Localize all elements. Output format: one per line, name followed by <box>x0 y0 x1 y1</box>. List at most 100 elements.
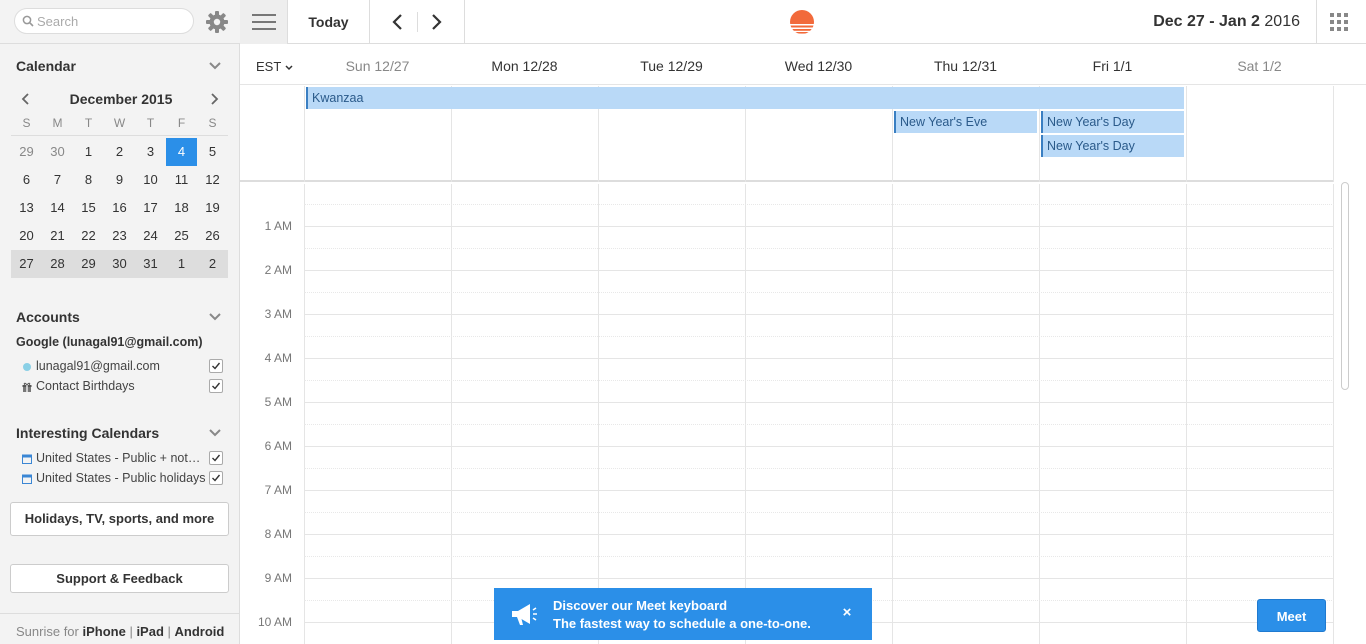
close-icon[interactable]: × <box>840 605 854 620</box>
mini-calendar-day[interactable]: 18 <box>166 194 197 222</box>
half-hour-line <box>304 424 1334 425</box>
top-bar: Today Dec 27 - Jan 2 2016 <box>240 0 1366 44</box>
search-input[interactable] <box>37 12 187 30</box>
chevron-down-icon[interactable] <box>208 61 222 71</box>
prev-week-icon[interactable] <box>388 12 408 32</box>
mini-calendar-day[interactable]: 6 <box>11 166 42 194</box>
mini-calendar-day[interactable]: 17 <box>135 194 166 222</box>
mini-calendar-weekdays: SMTWTFS <box>11 116 228 136</box>
calendar-checkbox[interactable] <box>209 379 223 393</box>
calendar-list-item[interactable]: lunagal91@gmail.com <box>22 358 228 376</box>
mini-calendar-day[interactable]: 3 <box>135 138 166 166</box>
calendar-checkbox[interactable] <box>209 471 223 485</box>
vertical-scrollbar[interactable] <box>1341 182 1349 390</box>
holidays-button[interactable]: Holidays, TV, sports, and more <box>10 502 229 536</box>
half-hour-line <box>304 204 1334 205</box>
mini-calendar-day[interactable]: 29 <box>11 138 42 166</box>
mini-calendar-day[interactable]: 8 <box>73 166 104 194</box>
mini-calendar-day[interactable]: 15 <box>73 194 104 222</box>
timezone-selector[interactable]: EST <box>256 59 293 74</box>
mini-calendar-day[interactable]: 16 <box>104 194 135 222</box>
mini-calendar-day[interactable]: 26 <box>197 222 228 250</box>
mini-calendar-day[interactable]: 29 <box>73 250 104 278</box>
iphone-link[interactable]: iPhone <box>82 624 125 639</box>
meet-promo-toast[interactable]: Discover our Meet keyboard The fastest w… <box>494 588 872 640</box>
hour-line <box>304 358 1334 359</box>
meet-button[interactable]: Meet <box>1257 599 1326 632</box>
support-feedback-button[interactable]: Support & Feedback <box>10 564 229 593</box>
mini-calendar-week: 27 28 29 30 31 1 2 <box>11 250 228 278</box>
mini-calendar-day[interactable]: 19 <box>197 194 228 222</box>
mini-calendar-day[interactable]: 20 <box>11 222 42 250</box>
apps-grid-icon[interactable] <box>1328 11 1350 33</box>
calendar-checkbox[interactable] <box>209 359 223 373</box>
mini-calendar-day[interactable]: 2 <box>197 250 228 278</box>
mini-calendar-day[interactable]: 30 <box>42 138 73 166</box>
mini-calendar-day[interactable]: 13 <box>11 194 42 222</box>
mini-calendar-day[interactable]: 1 <box>166 250 197 278</box>
hour-label: 6 AM <box>264 439 292 453</box>
column-divider <box>1333 184 1334 644</box>
all-day-event[interactable]: New Year's Day <box>1041 111 1184 133</box>
mini-calendar-day[interactable]: 10 <box>135 166 166 194</box>
mini-calendar-next-icon[interactable] <box>210 92 220 106</box>
mini-calendar-day[interactable]: 22 <box>73 222 104 250</box>
time-grid[interactable]: 1 AM 2 AM 3 AM 4 AM 5 AM 6 AM 7 AM 8 AM 9 AM 10 A… <box>240 184 1334 644</box>
mini-calendar-day[interactable]: 9 <box>104 166 135 194</box>
mini-calendar-day[interactable]: 30 <box>104 250 135 278</box>
all-day-area: Kwanzaa New Year's Eve New Year's Day New Y… <box>240 86 1334 182</box>
mini-calendar-day[interactable]: 7 <box>42 166 73 194</box>
column-divider <box>1186 86 1187 182</box>
mini-calendar-month: December 2015 <box>69 91 173 107</box>
mini-calendar-day[interactable]: 28 <box>42 250 73 278</box>
toast-title: Discover our Meet keyboard <box>553 598 728 613</box>
menu-button[interactable] <box>240 0 288 44</box>
all-day-event[interactable]: Kwanzaa <box>306 87 1184 109</box>
calendar-list-item[interactable]: United States - Public holidays <box>22 470 228 488</box>
mini-calendar-day[interactable]: 21 <box>42 222 73 250</box>
weekday-label: M <box>52 116 63 130</box>
all-day-event[interactable]: New Year's Eve <box>894 111 1037 133</box>
week-day-header: EST Sun 12/27 Mon 12/28 Tue 12/29 Wed 12/30… <box>240 45 1366 85</box>
half-hour-line <box>304 512 1334 513</box>
chevron-down-icon[interactable] <box>208 312 222 322</box>
mini-calendar-day[interactable]: 12 <box>197 166 228 194</box>
chevron-down-icon[interactable] <box>208 428 222 438</box>
mini-calendar-day[interactable]: 14 <box>42 194 73 222</box>
all-day-event[interactable]: New Year's Day <box>1041 135 1184 157</box>
calendar-list-item[interactable]: United States - Public + notable holiday… <box>22 450 228 468</box>
weekday-label: F <box>177 116 186 130</box>
mini-calendar-day[interactable]: 27 <box>11 250 42 278</box>
hour-line <box>304 314 1334 315</box>
ipad-link[interactable]: iPad <box>136 624 163 639</box>
mini-calendar-day[interactable]: 31 <box>135 250 166 278</box>
calendar-checkbox[interactable] <box>209 451 223 465</box>
search-field[interactable] <box>14 8 194 34</box>
mini-calendar-today[interactable]: 4 <box>166 138 197 166</box>
android-link[interactable]: Android <box>175 624 225 639</box>
mini-calendar-day[interactable]: 24 <box>135 222 166 250</box>
checkmark-icon <box>212 362 221 370</box>
day-header: Mon 12/28 <box>491 58 558 74</box>
mini-calendar-day[interactable]: 11 <box>166 166 197 194</box>
nav-divider <box>464 0 465 44</box>
toast-subtitle: The fastest way to schedule a one-to-one… <box>553 616 811 631</box>
today-button[interactable]: Today <box>288 0 370 44</box>
accounts-section-title: Accounts <box>16 309 80 325</box>
apps-divider <box>1316 0 1317 44</box>
mini-calendar-day[interactable]: 1 <box>73 138 104 166</box>
next-week-icon[interactable] <box>426 12 446 32</box>
hour-label: 8 AM <box>264 527 292 541</box>
hour-line <box>304 402 1334 403</box>
mini-calendar-day[interactable]: 2 <box>104 138 135 166</box>
search-bar <box>0 0 240 44</box>
mini-calendar-day[interactable]: 5 <box>197 138 228 166</box>
gear-icon[interactable] <box>204 9 230 35</box>
mini-calendar-day[interactable]: 23 <box>104 222 135 250</box>
hour-line <box>304 270 1334 271</box>
calendar-list-item[interactable]: Contact Birthdays <box>22 378 228 396</box>
hour-label: 1 AM <box>264 219 292 233</box>
mini-calendar-day[interactable]: 25 <box>166 222 197 250</box>
chevron-down-icon <box>285 65 293 70</box>
search-icon <box>22 15 34 27</box>
